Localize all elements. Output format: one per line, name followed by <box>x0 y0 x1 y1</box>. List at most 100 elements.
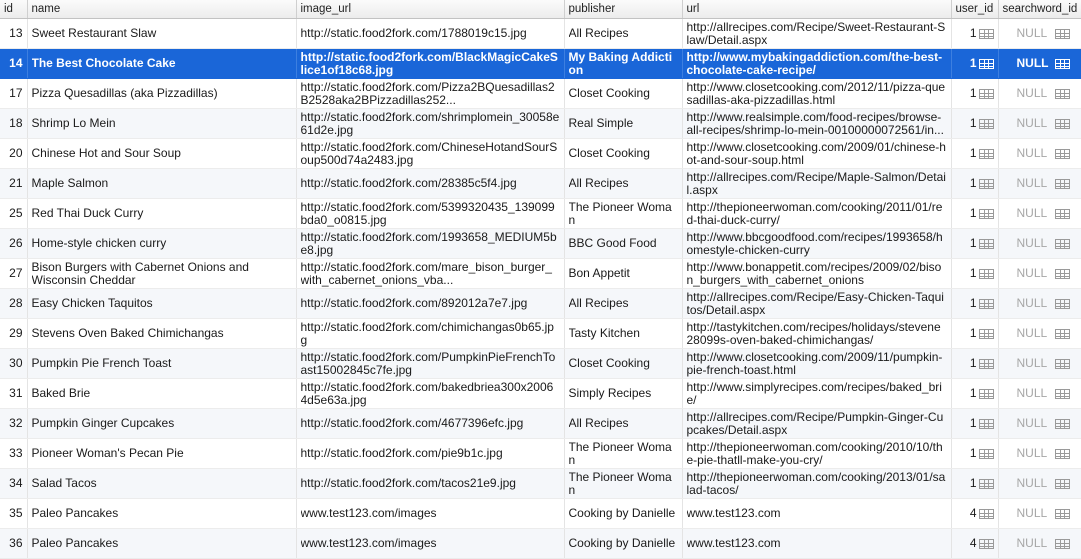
cell-url[interactable]: http://www.realsimple.com/food-recipes/b… <box>682 108 952 139</box>
cell-publisher[interactable]: All Recipes <box>564 18 683 49</box>
table-grid-icon[interactable] <box>978 538 994 549</box>
cell-user-id[interactable]: 1 <box>951 108 999 139</box>
cell-searchword-id[interactable]: NULL <box>998 528 1081 559</box>
table-row[interactable]: 29 Stevens Oven Baked Chimichangas http://… <box>0 318 1081 349</box>
cell-url[interactable]: http://www.closetcooking.com/2009/11/pum… <box>682 348 952 379</box>
cell-name[interactable]: Home-style chicken curry <box>27 228 297 259</box>
table-grid-icon[interactable] <box>1054 448 1070 459</box>
cell-id[interactable]: 28 <box>0 288 28 319</box>
cell-publisher[interactable]: Tasty Kitchen <box>564 318 683 349</box>
cell-user-id[interactable]: 1 <box>951 438 999 469</box>
cell-image-url[interactable]: http://static.food2fork.com/5399320435_1… <box>296 198 565 229</box>
cell-name[interactable]: Chinese Hot and Sour Soup <box>27 138 297 169</box>
cell-publisher[interactable]: The Pioneer Woman <box>564 438 683 469</box>
cell-name[interactable]: Pizza Quesadillas (aka Pizzadillas) <box>27 78 297 109</box>
cell-image-url[interactable]: http://static.food2fork.com/pie9b1c.jpg <box>296 438 565 469</box>
cell-url[interactable]: http://thepioneerwoman.com/cooking/2010/… <box>682 438 952 469</box>
cell-user-id[interactable]: 1 <box>951 198 999 229</box>
table-grid-icon[interactable] <box>1054 538 1070 549</box>
cell-image-url[interactable]: http://static.food2fork.com/PumpkinPieFr… <box>296 348 565 379</box>
cell-publisher[interactable]: Simply Recipes <box>564 378 683 409</box>
cell-searchword-id[interactable]: NULL <box>998 468 1081 499</box>
cell-searchword-id[interactable]: NULL <box>998 348 1081 379</box>
cell-publisher[interactable]: The Pioneer Woman <box>564 468 683 499</box>
cell-user-id[interactable]: 4 <box>951 498 999 529</box>
cell-image-url[interactable]: http://static.food2fork.com/mare_bison_b… <box>296 258 565 289</box>
table-grid-icon[interactable] <box>978 298 994 309</box>
cell-publisher[interactable]: Closet Cooking <box>564 78 683 109</box>
cell-image-url[interactable]: http://static.food2fork.com/tacos21e9.jp… <box>296 468 565 499</box>
cell-searchword-id[interactable]: NULL <box>998 498 1081 529</box>
table-grid-icon[interactable] <box>978 88 994 99</box>
cell-image-url[interactable]: http://static.food2fork.com/ChineseHotan… <box>296 138 565 169</box>
cell-publisher[interactable]: Cooking by Danielle <box>564 498 683 529</box>
cell-image-url[interactable]: www.test123.com/images <box>296 498 565 529</box>
cell-image-url[interactable]: http://static.food2fork.com/BlackMagicCa… <box>296 48 565 79</box>
table-grid-icon[interactable] <box>1054 478 1070 489</box>
table-row[interactable]: 36 Paleo Pancakes www.test123.com/images Co… <box>0 528 1081 559</box>
cell-publisher[interactable]: Bon Appetit <box>564 258 683 289</box>
column-header-image-url[interactable]: image_url <box>296 0 565 19</box>
cell-url[interactable]: www.test123.com <box>682 498 952 529</box>
table-row[interactable]: 33 Pioneer Woman's Pecan Pie http://static… <box>0 438 1081 469</box>
cell-name[interactable]: Paleo Pancakes <box>27 498 297 529</box>
cell-searchword-id[interactable]: NULL <box>998 378 1081 409</box>
cell-user-id[interactable]: 1 <box>951 258 999 289</box>
cell-url[interactable]: http://thepioneerwoman.com/cooking/2013/… <box>682 468 952 499</box>
cell-image-url[interactable]: http://static.food2fork.com/1993658_MEDI… <box>296 228 565 259</box>
table-grid-icon[interactable] <box>1054 148 1070 159</box>
table-grid-icon[interactable] <box>978 118 994 129</box>
cell-searchword-id[interactable]: NULL <box>998 318 1081 349</box>
cell-publisher[interactable]: The Pioneer Woman <box>564 198 683 229</box>
cell-user-id[interactable]: 1 <box>951 48 999 79</box>
cell-searchword-id[interactable]: NULL <box>998 138 1081 169</box>
table-row[interactable]: 30 Pumpkin Pie French Toast http://static.… <box>0 348 1081 379</box>
cell-image-url[interactable]: http://static.food2fork.com/chimichangas… <box>296 318 565 349</box>
cell-user-id[interactable]: 1 <box>951 168 999 199</box>
cell-user-id[interactable]: 1 <box>951 78 999 109</box>
cell-name[interactable]: Salad Tacos <box>27 468 297 499</box>
cell-user-id[interactable]: 1 <box>951 18 999 49</box>
cell-user-id[interactable]: 1 <box>951 408 999 439</box>
cell-id[interactable]: 17 <box>0 78 28 109</box>
cell-id[interactable]: 33 <box>0 438 28 469</box>
table-grid-icon[interactable] <box>1054 28 1070 39</box>
table-grid-icon[interactable] <box>978 208 994 219</box>
table-grid-icon[interactable] <box>1054 118 1070 129</box>
cell-name[interactable]: Pumpkin Ginger Cupcakes <box>27 408 297 439</box>
table-row[interactable]: 27 Bison Burgers with Cabernet Onions and… <box>0 258 1081 289</box>
cell-user-id[interactable]: 1 <box>951 228 999 259</box>
cell-user-id[interactable]: 1 <box>951 138 999 169</box>
cell-url[interactable]: www.test123.com <box>682 528 952 559</box>
table-row[interactable]: 32 Pumpkin Ginger Cupcakes http://static.f… <box>0 408 1081 439</box>
cell-url[interactable]: http://www.bonappetit.com/recipes/2009/0… <box>682 258 952 289</box>
table-grid-icon[interactable] <box>1054 328 1070 339</box>
table-grid-icon[interactable] <box>978 268 994 279</box>
cell-id[interactable]: 32 <box>0 408 28 439</box>
table-row[interactable]: 20 Chinese Hot and Sour Soup http://static… <box>0 138 1081 169</box>
cell-publisher[interactable]: All Recipes <box>564 408 683 439</box>
cell-name[interactable]: Paleo Pancakes <box>27 528 297 559</box>
table-row[interactable]: 14 The Best Chocolate Cake http://static.f… <box>0 48 1081 79</box>
table-grid-icon[interactable] <box>978 388 994 399</box>
cell-url[interactable]: http://thepioneerwoman.com/cooking/2011/… <box>682 198 952 229</box>
cell-url[interactable]: http://allrecipes.com/Recipe/Sweet-Resta… <box>682 18 952 49</box>
cell-publisher[interactable]: Closet Cooking <box>564 138 683 169</box>
cell-publisher[interactable]: BBC Good Food <box>564 228 683 259</box>
table-grid-icon[interactable] <box>978 58 994 69</box>
cell-name[interactable]: Pioneer Woman's Pecan Pie <box>27 438 297 469</box>
cell-url[interactable]: http://www.closetcooking.com/2009/01/chi… <box>682 138 952 169</box>
cell-publisher[interactable]: Cooking by Danielle <box>564 528 683 559</box>
table-grid-icon[interactable] <box>978 478 994 489</box>
cell-searchword-id[interactable]: NULL <box>998 48 1081 79</box>
table-grid-icon[interactable] <box>978 418 994 429</box>
table-grid-icon[interactable] <box>1054 178 1070 189</box>
cell-image-url[interactable]: http://static.food2fork.com/bakedbriea30… <box>296 378 565 409</box>
table-grid-icon[interactable] <box>1054 88 1070 99</box>
cell-searchword-id[interactable]: NULL <box>998 228 1081 259</box>
table-grid-icon[interactable] <box>978 148 994 159</box>
table-grid-icon[interactable] <box>978 358 994 369</box>
cell-id[interactable]: 14 <box>0 48 28 79</box>
cell-id[interactable]: 29 <box>0 318 28 349</box>
cell-name[interactable]: Bison Burgers with Cabernet Onions and W… <box>27 258 297 289</box>
